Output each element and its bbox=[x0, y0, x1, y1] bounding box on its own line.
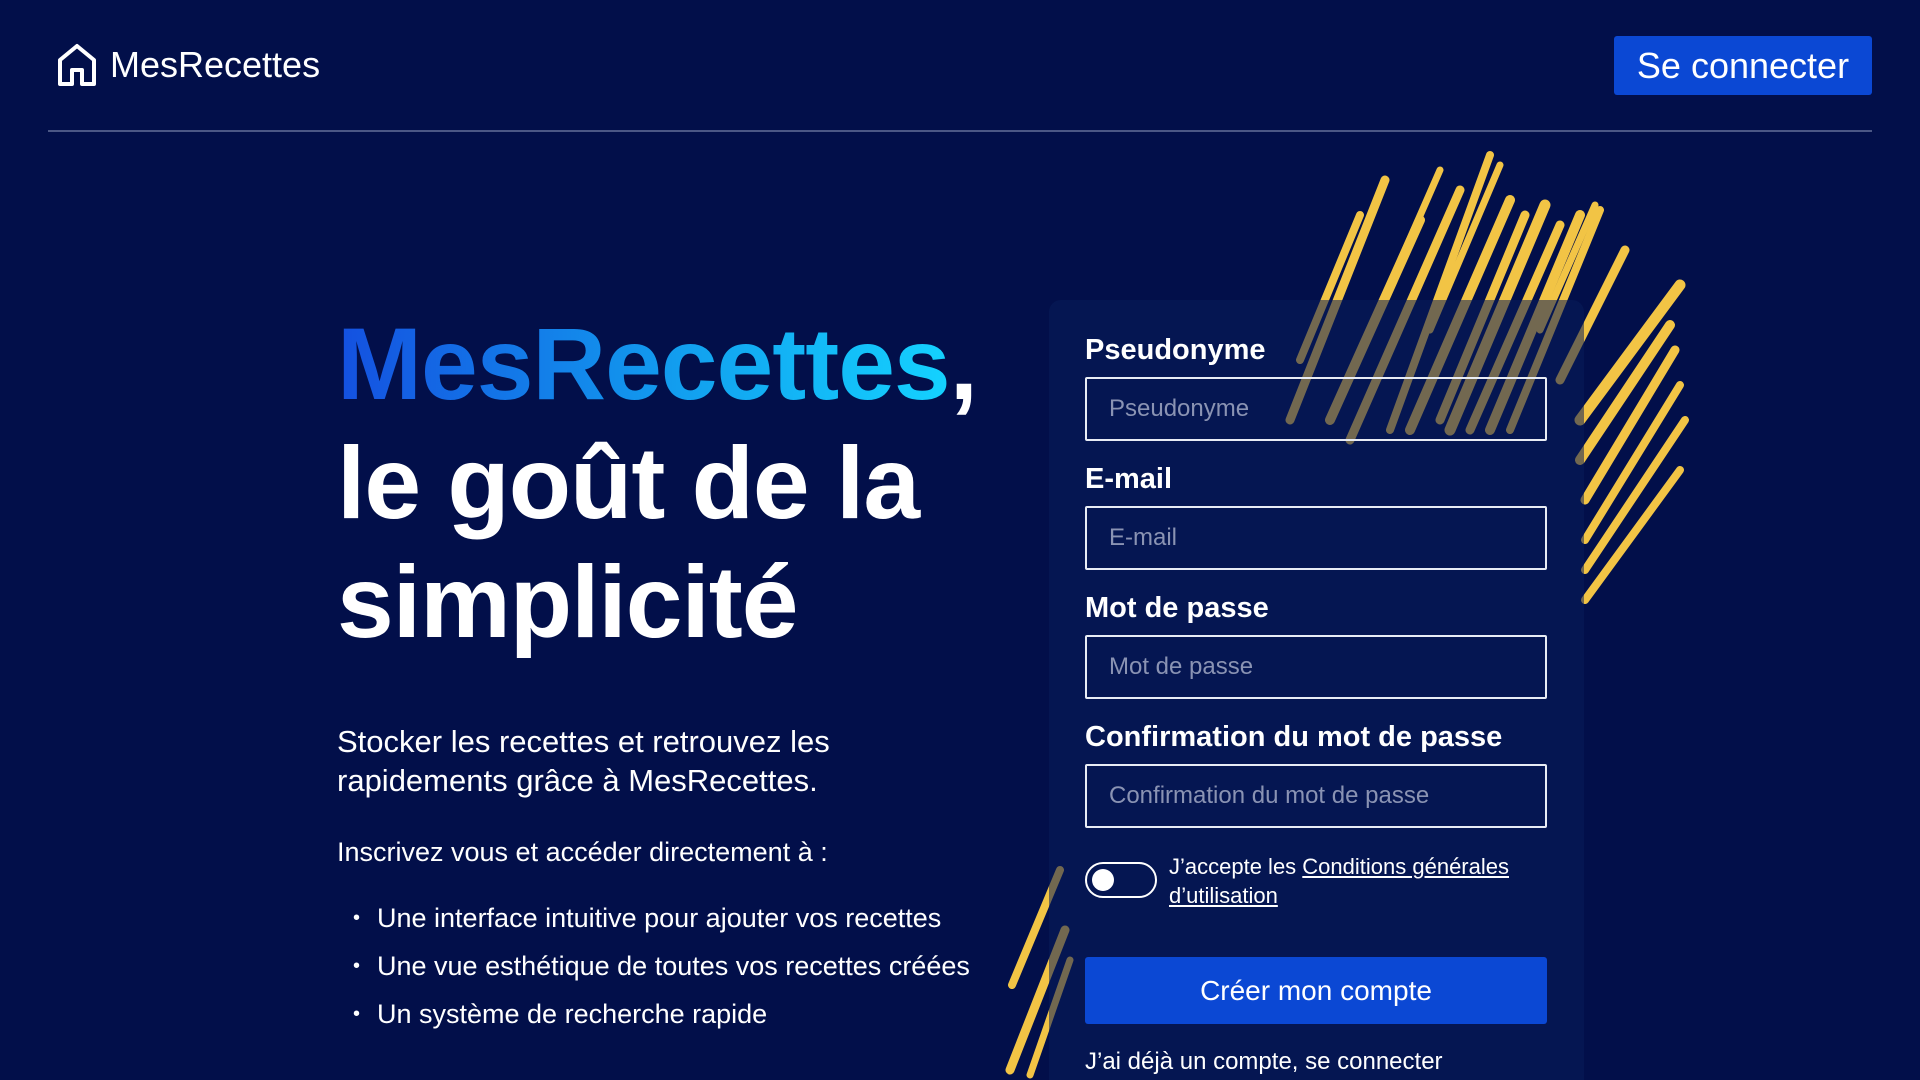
create-account-button[interactable]: Créer mon compte bbox=[1085, 957, 1547, 1024]
page: MesRecettes Se connecter MesRecettes, le… bbox=[0, 0, 1920, 1080]
hero-description: Stocker les recettes et retrouvez les ra… bbox=[337, 722, 1017, 800]
email-label: E-mail bbox=[1085, 463, 1173, 495]
logo-text: MesRecettes bbox=[110, 44, 321, 85]
email-input[interactable] bbox=[1085, 506, 1547, 570]
confirm-password-label: Confirmation du mot de passe bbox=[1085, 721, 1503, 753]
confirm-password-input[interactable] bbox=[1085, 764, 1547, 828]
hero-description-line1: Stocker les recettes et retrouvez les bbox=[337, 724, 830, 759]
home-icon bbox=[58, 44, 96, 86]
hero-brand-word: MesRecettes bbox=[337, 307, 951, 421]
terms-prefix: J’accepte les bbox=[1169, 854, 1303, 879]
pseudo-input[interactable] bbox=[1085, 377, 1547, 441]
feature-item: Une vue esthétique de toutes vos recette… bbox=[353, 942, 1017, 990]
login-button[interactable]: Se connecter bbox=[1614, 36, 1872, 95]
toggle-knob bbox=[1092, 869, 1114, 891]
hero-title: MesRecettes, le goût de la simplicité bbox=[337, 305, 1017, 662]
hero-description-line2: rapidements grâce à MesRecettes. bbox=[337, 763, 818, 798]
signup-card: Pseudonyme E-mail Mot de passe Confirmat… bbox=[1049, 300, 1584, 1080]
terms-link-line1: Conditions générales bbox=[1302, 854, 1509, 879]
hero-intro: Inscrivez vous et accéder directement à … bbox=[337, 837, 828, 867]
terms-toggle[interactable] bbox=[1085, 862, 1157, 898]
password-input[interactable] bbox=[1085, 635, 1547, 699]
hero-title-comma: , bbox=[949, 307, 978, 421]
already-account-link[interactable]: J’ai déjà un compte, se connecter bbox=[1085, 1048, 1443, 1076]
header-divider bbox=[48, 130, 1872, 132]
feature-list: Une interface intuitive pour ajouter vos… bbox=[337, 894, 1017, 1038]
feature-item: Une interface intuitive pour ajouter vos… bbox=[353, 894, 1017, 942]
terms-text: J’accepte les Conditions générales d’util… bbox=[1169, 852, 1549, 910]
hero-title-line2: le goût de la bbox=[337, 426, 920, 540]
pseudo-label: Pseudonyme bbox=[1085, 334, 1266, 366]
logo[interactable]: MesRecettes bbox=[56, 42, 320, 88]
feature-item: Un système de recherche rapide bbox=[353, 990, 1017, 1038]
hero-section: MesRecettes, le goût de la simplicité St… bbox=[337, 305, 1017, 1038]
password-label: Mot de passe bbox=[1085, 592, 1269, 624]
header: MesRecettes Se connecter bbox=[0, 0, 1920, 132]
hero-title-line3: simplicité bbox=[337, 545, 799, 659]
terms-link-line2: d’utilisation bbox=[1169, 883, 1278, 908]
